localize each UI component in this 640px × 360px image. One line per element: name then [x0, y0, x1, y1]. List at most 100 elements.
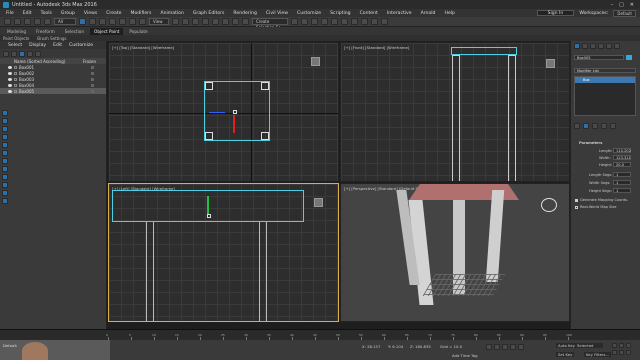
maximize-viewport-icon[interactable]	[626, 350, 631, 355]
keyboard-shortcut-icon[interactable]	[192, 18, 199, 25]
menu-scripting[interactable]: Scripting	[330, 11, 350, 16]
curve-tool-icon[interactable]	[2, 182, 8, 188]
align-tool-icon[interactable]	[2, 166, 8, 172]
render-icon[interactable]	[381, 18, 388, 25]
mapping-coords-option[interactable]: Generate Mapping Coords.	[575, 198, 628, 202]
timeline[interactable]: 0 5 10 15 20 25 30 35 40 45 50 55 60 65 70 75 80 85 90 95 10…	[0, 329, 640, 340]
zoom-all-icon[interactable]	[619, 343, 624, 348]
show-end-result-icon[interactable]	[583, 123, 589, 129]
filter-icon[interactable]	[3, 50, 9, 57]
material-tool-icon[interactable]	[2, 198, 8, 204]
add-time-tag[interactable]: Add Time Tag	[452, 353, 477, 358]
spinner-snap-icon[interactable]	[232, 18, 239, 25]
real-world-option[interactable]: Real-World Map Size	[575, 205, 616, 209]
angle-snap-icon[interactable]	[212, 18, 219, 25]
scene-menu-display[interactable]: Display	[29, 43, 46, 48]
bind-space-warp-icon[interactable]	[44, 18, 51, 25]
zoom-icon[interactable]	[612, 343, 617, 348]
viewcube-icon[interactable]	[546, 59, 555, 68]
gizmo-x-axis[interactable]	[209, 112, 225, 113]
layer-tool-icon[interactable]	[2, 174, 8, 180]
mirror-icon[interactable]	[291, 18, 298, 25]
viewcube-icon[interactable]	[311, 57, 320, 66]
menu-edit[interactable]: Edit	[23, 11, 32, 16]
tab-populate[interactable]: Populate	[125, 28, 151, 35]
tab-freeform[interactable]: Freeform	[32, 28, 59, 35]
menu-customize[interactable]: Customize	[297, 11, 321, 16]
viewport-left[interactable]: [+] [Left] [Standard] [Wireframe]	[108, 183, 339, 322]
menu-tools[interactable]: Tools	[41, 11, 52, 16]
configure-sets-icon[interactable]	[610, 123, 616, 129]
freeze-icon[interactable]	[91, 71, 94, 75]
frozen-column-header[interactable]: Frozen	[83, 59, 106, 64]
edit-named-selection-icon[interactable]	[242, 18, 249, 25]
visibility-icon[interactable]	[8, 89, 12, 93]
selected-box-front[interactable]	[451, 47, 517, 55]
snap-3d-icon[interactable]	[202, 18, 209, 25]
find-icon[interactable]	[11, 50, 17, 57]
close-icon[interactable]: ✕	[630, 2, 634, 8]
pan-icon[interactable]	[612, 350, 617, 355]
scale-tool-icon[interactable]	[2, 134, 8, 140]
utilities-tab-icon[interactable]	[614, 43, 620, 49]
menu-civil-view[interactable]: Civil View	[266, 11, 288, 16]
pivot-center-icon[interactable]	[172, 18, 179, 25]
name-column-header[interactable]: Name (Sorted Ascending)	[14, 59, 65, 64]
window-crossing-icon[interactable]	[109, 18, 116, 25]
viewport-label[interactable]: [+] [Front] [Standard] [Wireframe]	[344, 45, 409, 50]
modifier-list-dropdown[interactable]: Modifier List	[574, 68, 636, 73]
play-icon[interactable]	[502, 344, 508, 350]
display-shapes-icon[interactable]	[27, 50, 33, 57]
remove-modifier-icon[interactable]	[601, 123, 607, 129]
create-tab-icon[interactable]	[574, 43, 580, 49]
ribbon-toggle-icon[interactable]	[321, 18, 328, 25]
gizmo-z-axis[interactable]	[207, 196, 209, 214]
menu-animation[interactable]: Animation	[160, 11, 183, 16]
auto-key-button[interactable]: Auto Key	[556, 343, 577, 348]
make-unique-icon[interactable]	[592, 123, 598, 129]
gizmo-y-axis[interactable]	[233, 115, 235, 133]
rect-selection-icon[interactable]	[99, 18, 106, 25]
visibility-icon[interactable]	[8, 65, 12, 69]
go-to-start-icon[interactable]	[486, 344, 492, 350]
render-setup-icon[interactable]	[361, 18, 368, 25]
freeze-icon[interactable]	[91, 89, 94, 93]
snap-tool-icon[interactable]	[2, 150, 8, 156]
zoom-extents-icon[interactable]	[626, 343, 631, 348]
link-tool-icon[interactable]	[2, 142, 8, 148]
display-geometry-icon[interactable]	[19, 50, 25, 57]
mirror-tool-icon[interactable]	[2, 158, 8, 164]
brush-settings-label[interactable]: Brush Settings	[37, 36, 66, 41]
link-icon[interactable]	[24, 18, 31, 25]
coord-y[interactable]: Y: 6.104	[388, 344, 403, 349]
move-icon[interactable]	[119, 18, 126, 25]
visibility-icon[interactable]	[8, 77, 12, 81]
stack-item[interactable]: Box	[575, 77, 635, 83]
menu-create[interactable]: Create	[106, 11, 121, 16]
rotate-tool-icon[interactable]	[2, 126, 8, 132]
tab-object-paint[interactable]: Object Paint	[90, 27, 124, 35]
maximize-icon[interactable]: □	[619, 2, 624, 8]
layer-explorer-icon[interactable]	[311, 18, 318, 25]
curve-editor-icon[interactable]	[331, 18, 338, 25]
menu-group[interactable]: Group	[61, 11, 75, 16]
object-name-field[interactable]: Box005	[574, 55, 624, 60]
material-editor-icon[interactable]	[351, 18, 358, 25]
named-selection-set-input[interactable]: Create Selection Se	[252, 18, 288, 30]
scene-menu-edit[interactable]: Edit	[53, 43, 62, 48]
undo-icon[interactable]	[4, 18, 11, 25]
checkbox-icon[interactable]	[575, 205, 578, 209]
select-by-name-icon[interactable]	[89, 18, 96, 25]
rendered-frame-icon[interactable]	[371, 18, 378, 25]
viewport-front[interactable]: [+] [Front] [Standard] [Wireframe]	[340, 42, 570, 182]
align-icon[interactable]	[301, 18, 308, 25]
tab-selection[interactable]: Selection	[61, 28, 88, 35]
go-to-end-icon[interactable]	[518, 344, 524, 350]
manipulate-icon[interactable]	[182, 18, 189, 25]
select-tool-icon[interactable]	[2, 110, 8, 116]
maxscript-listener-label[interactable]: Default	[3, 343, 17, 348]
freeze-icon[interactable]	[91, 83, 94, 87]
previous-frame-icon[interactable]	[494, 344, 500, 350]
key-mode-select[interactable]: Selected	[575, 343, 603, 348]
rotate-icon[interactable]	[129, 18, 136, 25]
